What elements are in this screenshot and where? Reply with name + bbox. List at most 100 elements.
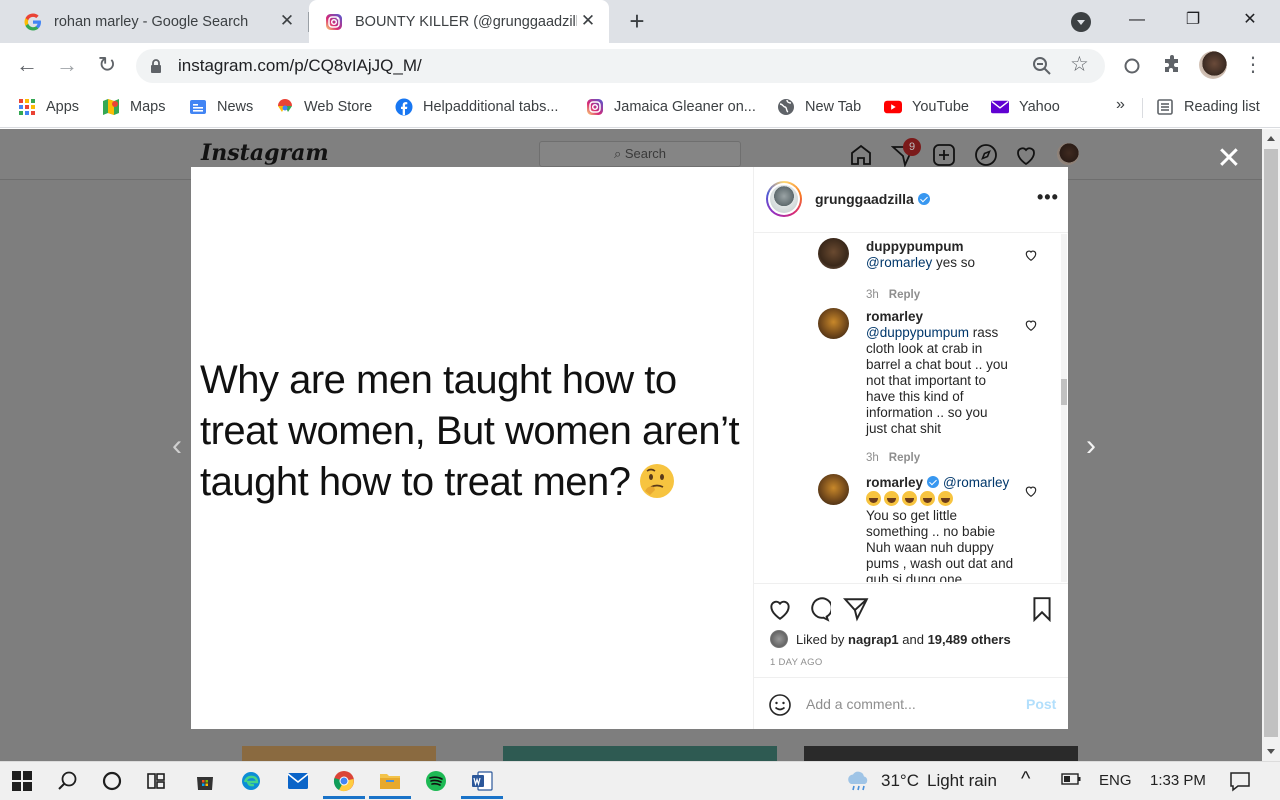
- comments-scrollbar-thumb[interactable]: [1061, 379, 1067, 405]
- notifications-icon[interactable]: [1229, 770, 1251, 796]
- edge-browser-icon[interactable]: [238, 768, 264, 794]
- new-post-icon[interactable]: [932, 143, 956, 167]
- extension-circle-icon[interactable]: [1122, 56, 1142, 81]
- new-tab-plus-icon[interactable]: +: [623, 8, 651, 36]
- bookmark-apps[interactable]: Apps: [18, 96, 79, 118]
- comment-input[interactable]: Add a comment...: [806, 696, 916, 712]
- author-avatar[interactable]: [766, 181, 802, 217]
- minimize-icon[interactable]: —: [1114, 6, 1160, 36]
- maximize-icon[interactable]: ❐: [1170, 6, 1216, 36]
- zoom-out-icon[interactable]: [1032, 56, 1052, 81]
- page-scrollbar-thumb[interactable]: [1264, 149, 1278, 737]
- bookmark-youtube[interactable]: YouTube: [884, 96, 969, 118]
- tab-instagram[interactable]: BOUNTY KILLER (@grunggaadzilla ✕: [309, 0, 609, 43]
- weather-widget[interactable]: 31°C Light rain: [845, 770, 997, 792]
- bookmark-star-icon[interactable]: ☆: [1070, 52, 1089, 77]
- commenter-avatar[interactable]: [818, 308, 849, 339]
- like-comment-heart-icon[interactable]: [1024, 318, 1038, 332]
- search-icon[interactable]: [55, 768, 81, 794]
- bookmark-label: Web Store: [304, 99, 373, 115]
- post-time-ago[interactable]: 1 DAY AGO: [770, 657, 823, 668]
- commenter-username[interactable]: romarley: [866, 475, 923, 490]
- more-bookmarks-chevron-icon[interactable]: »: [1116, 96, 1125, 114]
- scroll-down-arrow-icon[interactable]: [1267, 749, 1275, 754]
- comment-body: rass cloth look at crab in barrel a chat…: [866, 325, 1008, 436]
- reply-button[interactable]: Reply: [889, 452, 920, 464]
- author-name-text: grunggaadzilla: [815, 191, 914, 207]
- close-window-icon[interactable]: ✕: [1227, 6, 1273, 36]
- bookmark-help[interactable]: Helpadditional tabs...: [395, 96, 558, 118]
- save-bookmark-icon[interactable]: [1029, 596, 1055, 623]
- close-tab-icon[interactable]: ✕: [278, 12, 296, 30]
- chrome-taskbar-icon[interactable]: [323, 768, 365, 799]
- like-comment-heart-icon[interactable]: [1024, 248, 1038, 262]
- bookmark-web-store[interactable]: Web Store: [276, 96, 372, 118]
- bookmark-new-tab[interactable]: New Tab: [777, 96, 861, 118]
- forward-arrow-icon[interactable]: →: [54, 53, 80, 79]
- author-username[interactable]: grunggaadzilla: [815, 191, 930, 207]
- url-text[interactable]: instagram.com/p/CQ8vIAjJQ_M/: [178, 56, 422, 76]
- language-indicator[interactable]: ENG: [1099, 772, 1132, 789]
- instagram-search-input[interactable]: ⌕ Search: [539, 141, 741, 167]
- like-heart-icon[interactable]: [767, 596, 793, 622]
- instagram-profile-avatar[interactable]: [1057, 143, 1079, 165]
- comments-list[interactable]: duppypumpum @romarley yes so 3h Reply ro…: [754, 234, 1068, 582]
- profile-avatar[interactable]: [1199, 51, 1227, 79]
- address-bar[interactable]: instagram.com/p/CQ8vIAjJQ_M/ ☆: [136, 49, 1105, 83]
- bookmark-jamaica-gleaner[interactable]: Jamaica Gleaner on...: [586, 96, 756, 118]
- comment-mention[interactable]: @duppypumpum: [866, 325, 969, 340]
- liked-by-count[interactable]: 19,489 others: [928, 632, 1011, 647]
- bookmark-maps[interactable]: Maps: [102, 96, 165, 118]
- commenter-username[interactable]: duppypumpum: [866, 239, 964, 254]
- reading-list-button[interactable]: Reading list: [1156, 96, 1260, 118]
- cortana-circle-icon[interactable]: [99, 768, 125, 794]
- scroll-up-arrow-icon[interactable]: [1267, 136, 1275, 141]
- bookmark-news[interactable]: News: [189, 96, 253, 118]
- post-comment-button[interactable]: Post: [1026, 696, 1056, 712]
- next-post-arrow-icon[interactable]: ›: [1086, 429, 1096, 463]
- emoji-smiley-icon[interactable]: [768, 693, 792, 717]
- bookmark-yahoo[interactable]: Yahoo: [991, 96, 1060, 118]
- browser-menu-icon[interactable]: ⋮: [1243, 53, 1263, 77]
- back-arrow-icon[interactable]: ←: [14, 53, 40, 79]
- liker-avatar[interactable]: [770, 630, 788, 648]
- commenter-avatar[interactable]: [818, 474, 849, 505]
- word-icon[interactable]: [461, 768, 503, 799]
- spotify-icon[interactable]: [423, 768, 449, 794]
- more-options-icon[interactable]: •••: [1037, 187, 1059, 208]
- comment-mention[interactable]: @romarley: [866, 255, 932, 270]
- task-view-icon[interactable]: [143, 768, 169, 794]
- tab-search-icon[interactable]: [1071, 12, 1091, 32]
- commenter-username[interactable]: romarley: [866, 309, 923, 324]
- battery-icon[interactable]: [1061, 772, 1081, 790]
- activity-heart-icon[interactable]: [1014, 143, 1038, 167]
- post-image[interactable]: Why are men taught how to treat women, B…: [191, 167, 754, 729]
- page-scrollbar[interactable]: [1262, 129, 1280, 761]
- close-tab-icon[interactable]: ✕: [579, 12, 597, 30]
- liked-by-user[interactable]: nagrap1: [848, 632, 899, 647]
- comment-mention[interactable]: @romarley: [943, 475, 1009, 490]
- mail-icon[interactable]: [285, 768, 311, 794]
- tab-google-search[interactable]: rohan marley - Google Search ✕: [8, 0, 308, 43]
- instagram-logo[interactable]: Instagram: [201, 140, 329, 166]
- extensions-puzzle-icon[interactable]: [1161, 54, 1183, 81]
- like-comment-heart-icon[interactable]: [1024, 484, 1038, 498]
- commenter-avatar[interactable]: [818, 238, 849, 269]
- youtube-icon: [884, 98, 902, 116]
- home-icon[interactable]: [849, 143, 873, 167]
- windows-start-icon[interactable]: [9, 768, 35, 794]
- comments-scrollbar[interactable]: [1061, 234, 1067, 582]
- system-clock[interactable]: 1:33 PM: [1150, 772, 1206, 789]
- lock-icon[interactable]: [150, 58, 162, 74]
- show-hidden-icons-chevron-icon[interactable]: ^: [1021, 768, 1030, 791]
- close-modal-icon[interactable]: ✕: [1214, 144, 1244, 175]
- file-explorer-icon[interactable]: [369, 768, 411, 799]
- explore-compass-icon[interactable]: [974, 143, 998, 167]
- reply-button[interactable]: Reply: [889, 289, 920, 301]
- webstore-icon: [276, 98, 294, 116]
- share-paper-plane-icon[interactable]: [842, 596, 869, 622]
- previous-post-arrow-icon[interactable]: ‹: [172, 429, 182, 463]
- reload-icon[interactable]: ↻: [94, 53, 120, 79]
- comment-bubble-icon[interactable]: [805, 596, 833, 622]
- microsoft-store-icon[interactable]: [192, 768, 218, 794]
